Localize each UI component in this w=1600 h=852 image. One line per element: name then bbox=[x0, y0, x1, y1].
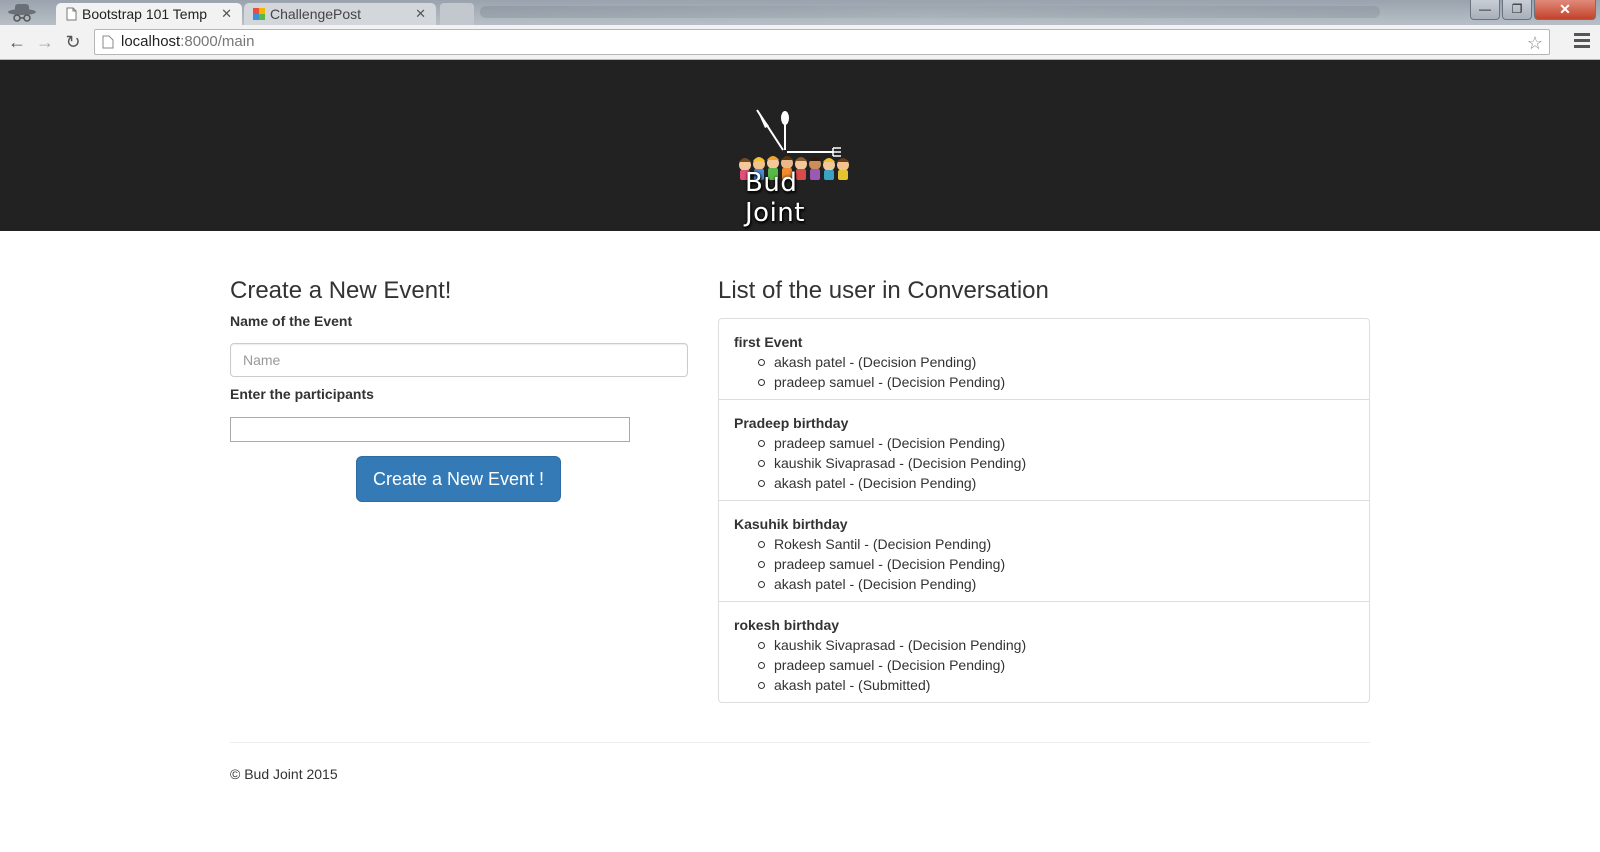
participant-item: Rokesh Santil - (Decision Pending) bbox=[758, 534, 1354, 554]
minimize-button[interactable]: — bbox=[1470, 0, 1500, 20]
participant-item: akash patel - (Submitted) bbox=[758, 675, 1354, 695]
participant-item: akash patel - (Decision Pending) bbox=[758, 352, 1354, 372]
create-event-title: Create a New Event! bbox=[230, 277, 452, 304]
event-name: Pradeep birthday bbox=[734, 415, 849, 431]
participant-list: akash patel - (Decision Pending) pradeep… bbox=[734, 352, 1354, 392]
browser-tabstrip: Bootstrap 101 Temp ✕ ChallengePost ✕ — ❐… bbox=[0, 0, 1600, 25]
participant-item: pradeep samuel - (Decision Pending) bbox=[758, 554, 1354, 574]
participant-list: pradeep samuel - (Decision Pending) kaus… bbox=[734, 433, 1354, 493]
browser-toolbar: ← → ↻ localhost:8000/main ☆ bbox=[0, 25, 1600, 60]
new-tab-button[interactable] bbox=[440, 3, 474, 25]
list-item: Kasuhik birthday Rokesh Santil - (Decisi… bbox=[719, 501, 1369, 602]
participant-list: kaushik Sivaprasad - (Decision Pending) … bbox=[734, 635, 1354, 695]
tab-title: Bootstrap 101 Temp bbox=[82, 6, 208, 22]
conversation-title: List of the user in Conversation bbox=[718, 277, 1049, 304]
bud-joint-logo[interactable]: Bud Joint bbox=[737, 104, 865, 228]
back-arrow-icon[interactable]: ← bbox=[6, 31, 28, 53]
document-icon bbox=[66, 7, 77, 21]
bookmark-star-icon[interactable]: ☆ bbox=[1527, 31, 1543, 55]
close-icon[interactable]: ✕ bbox=[221, 3, 232, 25]
participant-item: akash patel - (Decision Pending) bbox=[758, 473, 1354, 493]
event-name: rokesh birthday bbox=[734, 617, 840, 633]
tab-challengepost[interactable]: ChallengePost ✕ bbox=[244, 3, 436, 25]
tab-bootstrap[interactable]: Bootstrap 101 Temp ✕ bbox=[56, 3, 242, 25]
participant-item: pradeep samuel - (Decision Pending) bbox=[758, 655, 1354, 675]
page-icon bbox=[102, 35, 114, 49]
event-name-input[interactable] bbox=[230, 343, 688, 377]
event-name-label: Name of the Event bbox=[230, 313, 353, 329]
list-item: rokesh birthday kaushik Sivaprasad - (De… bbox=[719, 602, 1369, 702]
create-event-button[interactable]: Create a New Event ! bbox=[356, 456, 561, 502]
participants-label: Enter the participants bbox=[230, 386, 374, 402]
address-bar[interactable]: localhost:8000/main ☆ bbox=[94, 29, 1550, 55]
browser-menu-icon[interactable] bbox=[1574, 33, 1590, 51]
participant-item: pradeep samuel - (Decision Pending) bbox=[758, 433, 1354, 453]
incognito-icon bbox=[8, 4, 36, 22]
event-name: Kasuhik birthday bbox=[734, 516, 848, 532]
event-name: first Event bbox=[734, 334, 803, 350]
participant-item: kaushik Sivaprasad - (Decision Pending) bbox=[758, 635, 1354, 655]
participant-item: pradeep samuel - (Decision Pending) bbox=[758, 372, 1354, 392]
window-close-button[interactable]: ✕ bbox=[1534, 0, 1596, 20]
url-path: :8000/main bbox=[180, 33, 255, 50]
forward-arrow-icon[interactable]: → bbox=[34, 31, 56, 53]
participant-list: Rokesh Santil - (Decision Pending) prade… bbox=[734, 534, 1354, 594]
event-list: first Event akash patel - (Decision Pend… bbox=[718, 318, 1370, 703]
site-header: Bud Joint bbox=[0, 60, 1600, 231]
list-item: first Event akash patel - (Decision Pend… bbox=[719, 319, 1369, 400]
challengepost-favicon bbox=[253, 8, 265, 20]
obscured-tab-area bbox=[480, 6, 1380, 18]
footer-copyright: © Bud Joint 2015 bbox=[230, 766, 338, 782]
participant-item: kaushik Sivaprasad - (Decision Pending) bbox=[758, 453, 1354, 473]
reload-icon[interactable]: ↻ bbox=[62, 31, 84, 53]
url-host: localhost bbox=[121, 33, 181, 50]
list-item: Pradeep birthday pradeep samuel - (Decis… bbox=[719, 400, 1369, 501]
participant-item: akash patel - (Decision Pending) bbox=[758, 574, 1354, 594]
participants-input[interactable] bbox=[230, 417, 630, 442]
maximize-button[interactable]: ❐ bbox=[1502, 0, 1532, 20]
logo-text: Bud Joint bbox=[745, 168, 805, 228]
close-icon[interactable]: ✕ bbox=[415, 3, 426, 25]
footer-divider bbox=[230, 742, 1370, 743]
tab-title: ChallengePost bbox=[270, 6, 362, 22]
